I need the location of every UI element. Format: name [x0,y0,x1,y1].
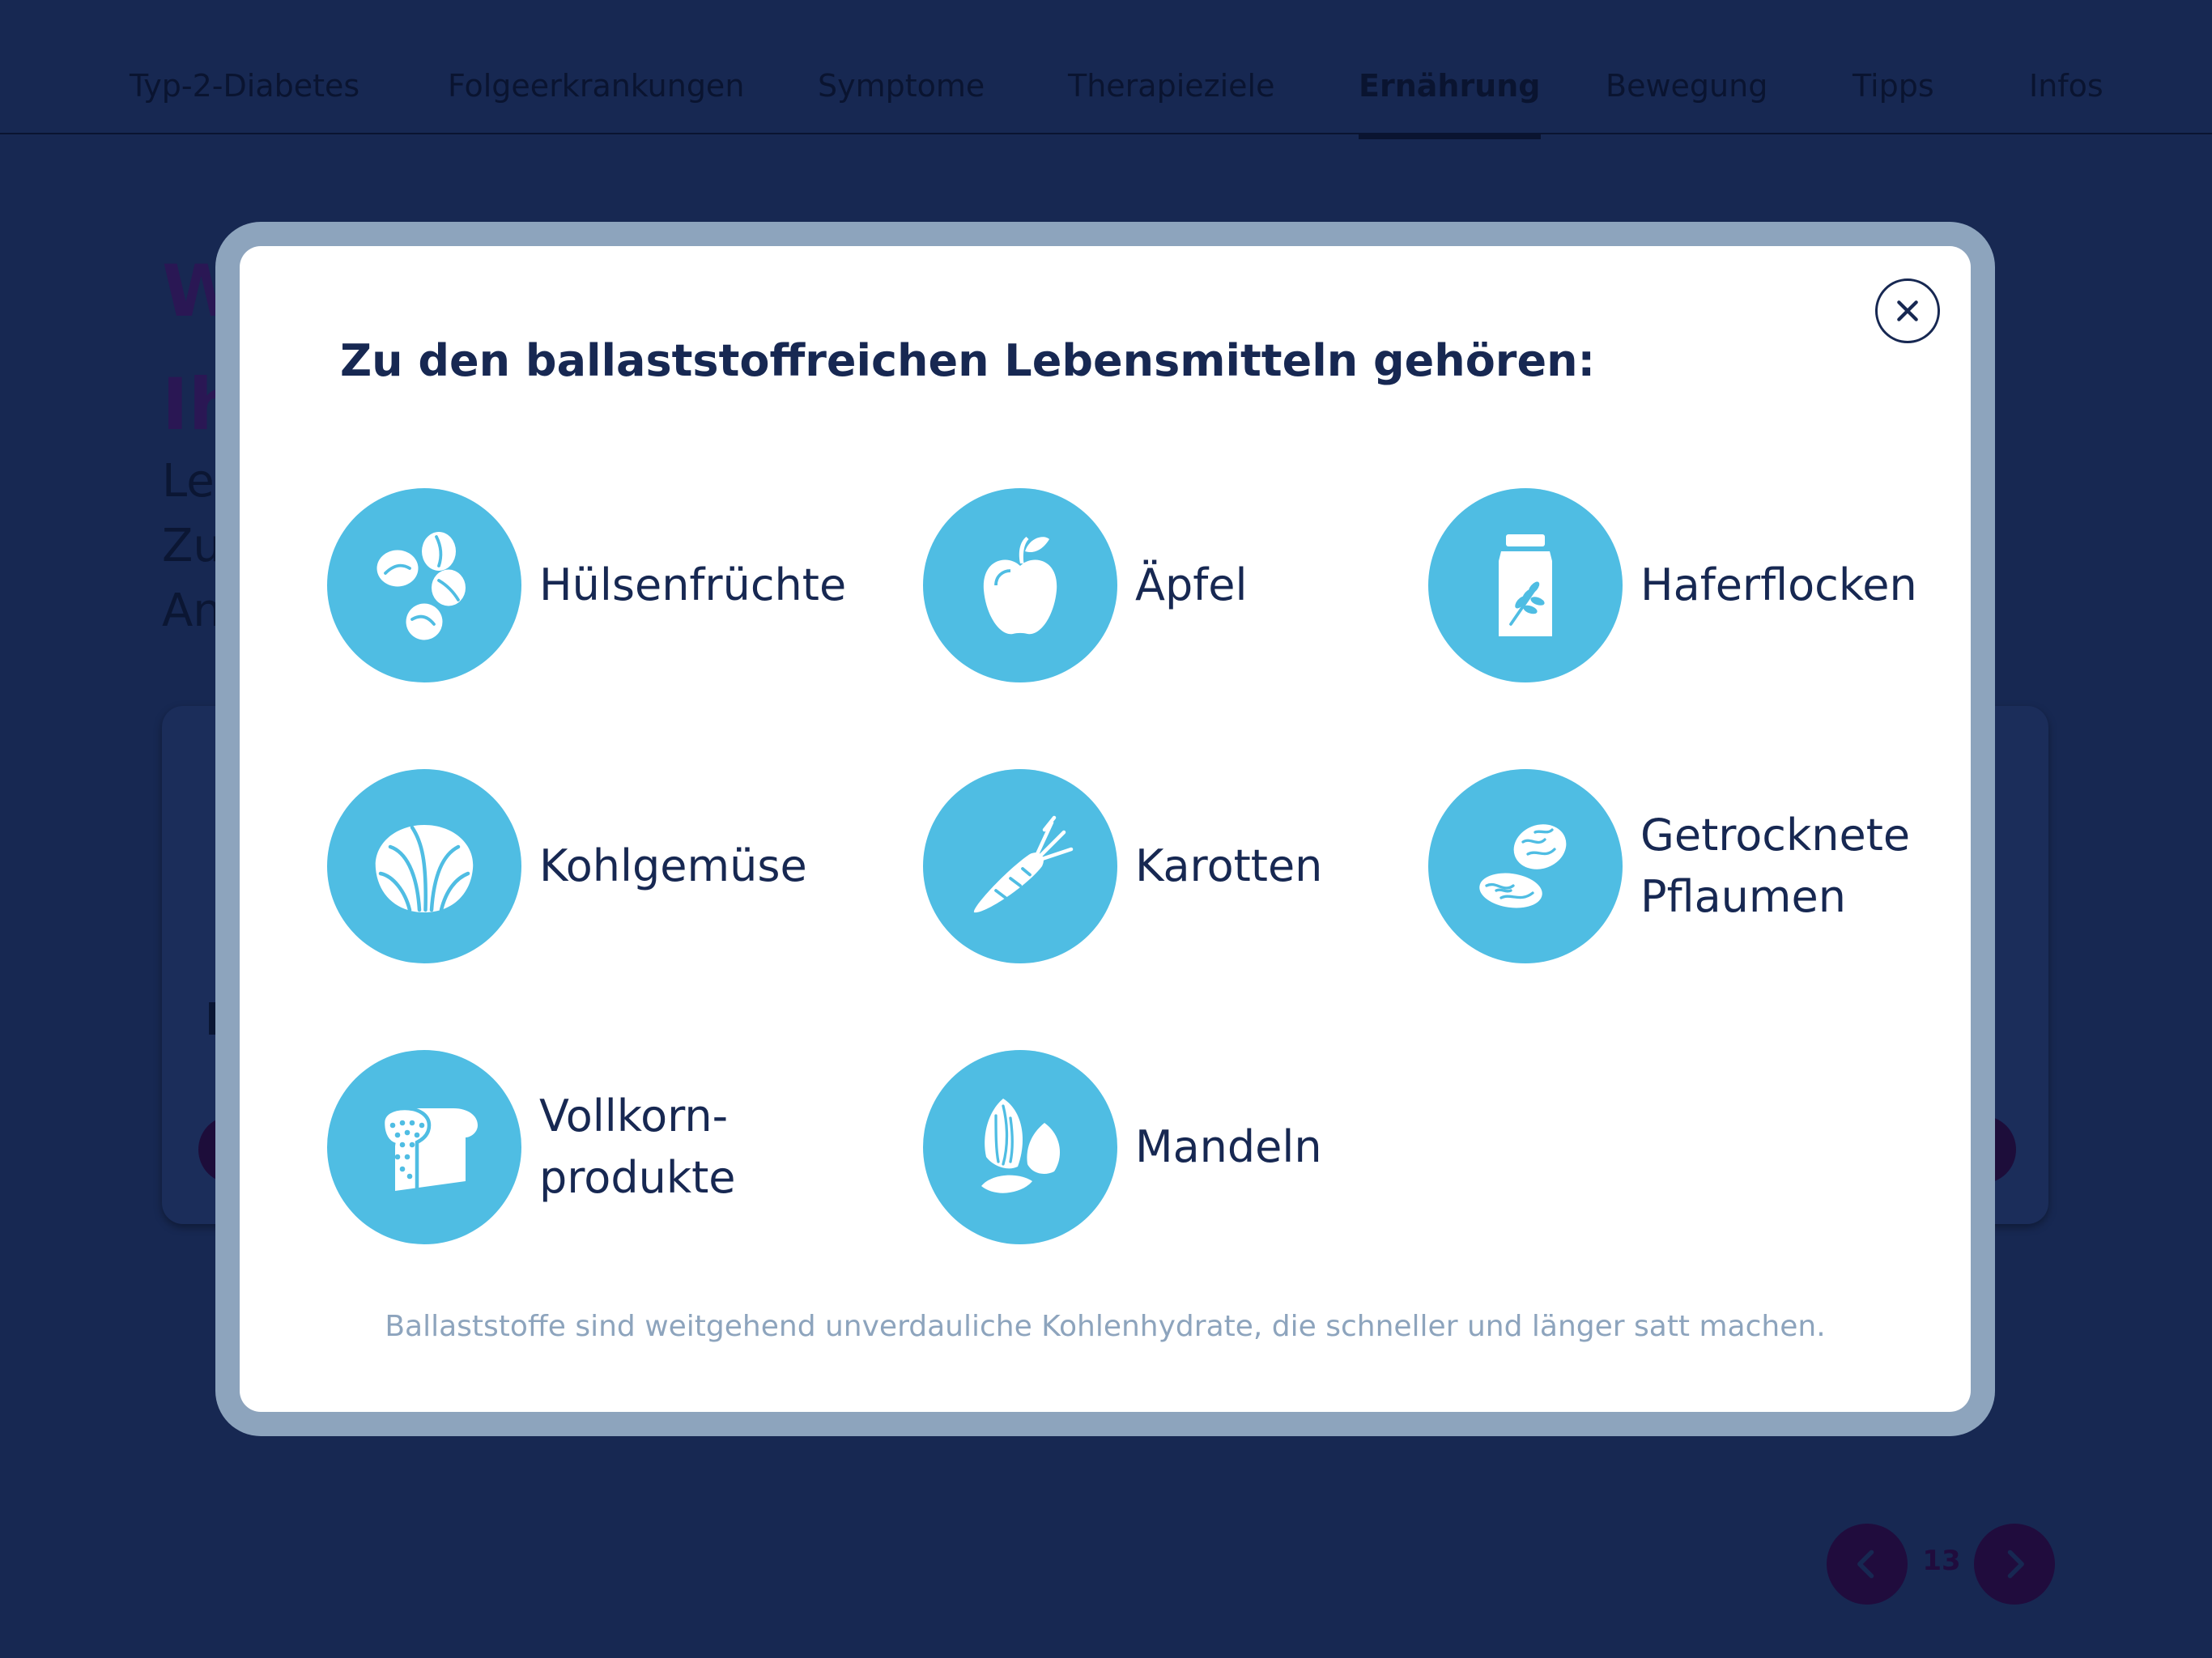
nav-tab-bewegung[interactable]: Bewegung [1606,68,1767,136]
food-item-karotten: Karotten [923,769,1322,963]
food-label: Getrocknete Pflaumen [1640,810,1911,922]
background-card-mark [209,1002,215,1035]
food-label: Vollkorn- produkte [539,1090,736,1203]
legumes-icon [327,488,521,682]
nav-tab-ernaehrung[interactable]: Ernährung [1359,68,1541,139]
background-page-text: Le Zu An [162,449,222,644]
food-label: Hülsenfrüchte [539,559,847,610]
food-label: Karotten [1135,840,1323,891]
chevron-right-icon [2007,1550,2024,1579]
carrot-icon [923,769,1117,963]
background-text-fragment: Le Zu An [162,455,222,637]
close-modal-button[interactable] [1875,278,1940,343]
almonds-icon [923,1050,1117,1244]
chevron-left-icon [1857,1550,1874,1579]
food-label: Äpfel [1135,559,1248,610]
nav-tab-tipps[interactable]: Tipps [1853,68,1934,136]
food-item-haferflocken: Haferflocken [1428,488,1917,682]
nav-tab-label: Ernährung [1359,68,1541,104]
food-item-getrocknete-pflaumen: Getrocknete Pflaumen [1428,769,1910,963]
apple-icon [923,488,1117,682]
next-page-button[interactable] [1974,1524,2055,1605]
oat-bag-icon [1428,488,1623,682]
food-item-huelsenfruechte: Hülsenfrüchte [327,488,846,682]
top-navigation: Typ-2-Diabetes Folgeerkrankungen Symptom… [0,0,2212,139]
nav-tab-typ-2-diabetes[interactable]: Typ-2-Diabetes [130,68,359,136]
active-tab-indicator [1359,134,1541,139]
modal-heading: Zu den ballaststoffreichen Lebensmitteln… [340,335,1596,386]
nav-tab-symptome[interactable]: Symptome [818,68,985,136]
food-label: Haferflocken [1640,559,1917,610]
food-item-mandeln: Mandeln [923,1050,1322,1244]
prunes-icon [1428,769,1623,963]
food-label: Mandeln [1135,1121,1322,1172]
nav-tab-infos[interactable]: Infos [2029,68,2104,136]
nav-tab-therapieziele[interactable]: Therapieziele [1068,68,1274,136]
food-item-vollkornprodukte: Vollkorn- produkte [327,1050,736,1244]
page-number: 13 [1922,1545,1961,1577]
food-label: Kohlgemüse [539,840,807,891]
food-item-kohlgemuese: Kohlgemüse [327,769,807,963]
nav-tab-folgeerkrankungen[interactable]: Folgeerkrankungen [448,68,744,136]
modal-footnote: Ballaststoffe sind weitgehend unverdauli… [385,1310,1826,1343]
bread-icon [327,1050,521,1244]
previous-page-button[interactable] [1827,1524,1908,1605]
food-item-aepfel: Äpfel [923,488,1247,682]
close-icon [1897,300,1918,321]
cabbage-icon [327,769,521,963]
